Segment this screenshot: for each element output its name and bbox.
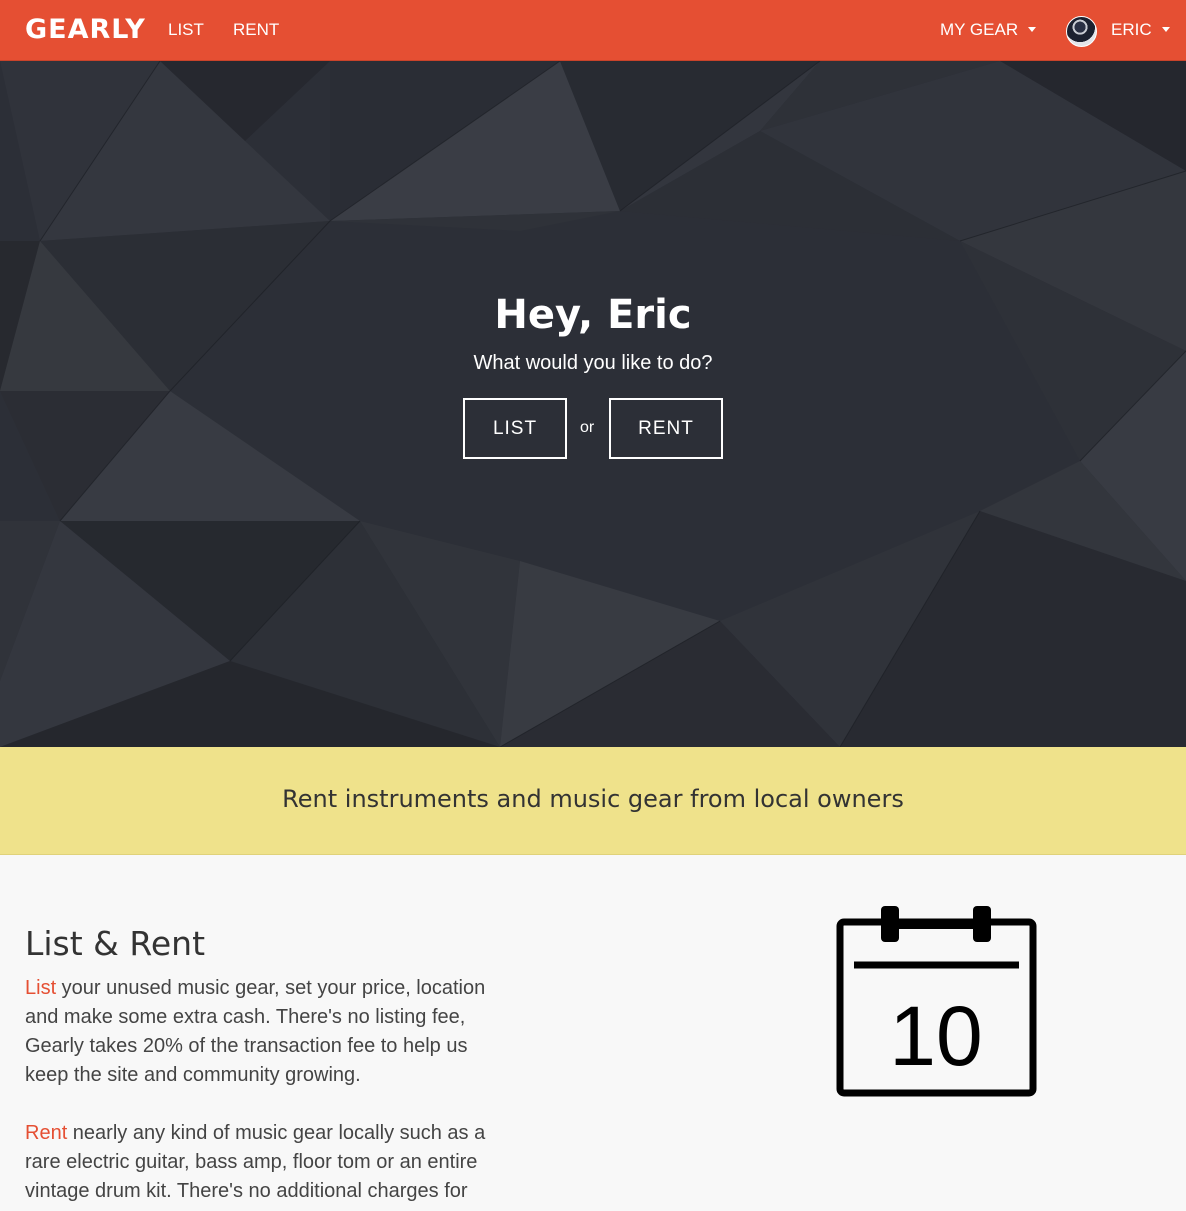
user-name-label: ERIC [1111,20,1152,39]
top-navbar: GEARLY LIST RENT MY GEAR ERIC [0,0,1186,61]
caret-down-icon [1161,26,1170,32]
nav-list-link[interactable]: LIST [168,20,204,40]
rent-description-text: nearly any kind of music gear locally su… [25,1122,486,1202]
rent-keyword[interactable]: Rent [25,1122,67,1144]
section-title: List & Rent [25,924,206,963]
rent-description: Rent nearly any kind of music gear local… [25,1119,495,1206]
hero-background-pattern [0,61,1186,747]
hero-title: Hey, Eric [494,292,692,338]
list-keyword[interactable]: List [25,977,56,999]
list-description: List your unused music gear, set your pr… [25,974,495,1090]
hero-or-text: or [580,419,595,436]
tagline-text: Rent instruments and music gear from loc… [282,785,904,813]
avatar[interactable] [1066,16,1097,47]
hero-rent-button[interactable]: RENT [609,398,723,459]
brand-logo[interactable]: GEARLY [25,14,146,45]
nav-rent-link[interactable]: RENT [233,20,279,40]
tagline-banner: Rent instruments and music gear from loc… [0,747,1186,855]
calendar-icon: 10 [836,906,1037,1097]
hero-section: Hey, Eric What would you like to do? LIS… [0,61,1186,747]
list-description-text: your unused music gear, set your price, … [25,977,486,1086]
my-gear-dropdown[interactable]: MY GEAR [940,20,1037,40]
my-gear-label: MY GEAR [940,20,1019,39]
user-dropdown[interactable]: ERIC [1111,20,1170,40]
caret-down-icon [1028,26,1037,32]
hero-list-button[interactable]: LIST [463,398,567,459]
hero-subtitle: What would you like to do? [473,352,713,374]
calendar-day-number: 10 [889,989,982,1083]
